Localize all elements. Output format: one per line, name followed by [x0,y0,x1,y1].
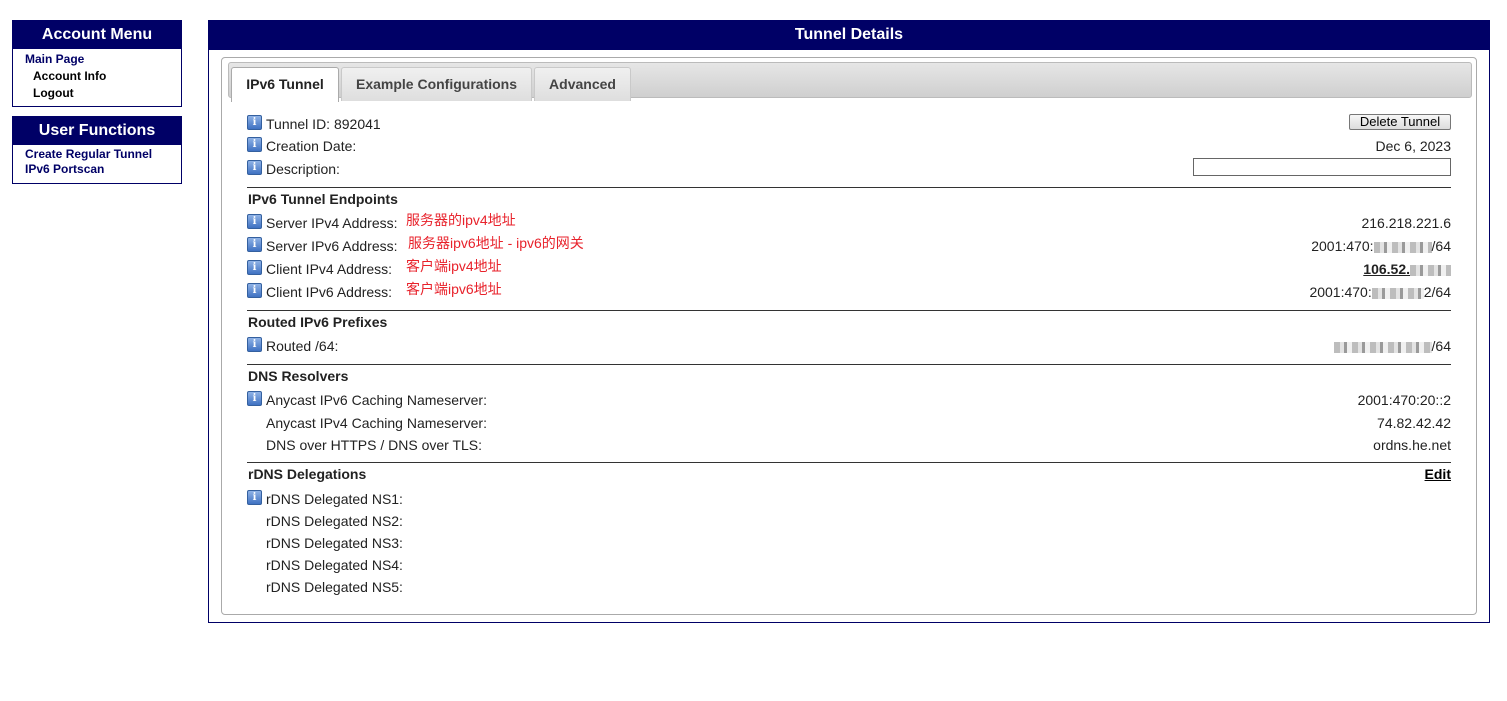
client-ipv6-annotation: 客户端ipv6地址 [406,281,502,297]
dns-resolvers-heading: DNS Resolvers [248,368,349,384]
page-title: Tunnel Details [209,21,1489,50]
rdns-ns3-label: rDNS Delegated NS3: [266,535,403,551]
server-ipv4-row: i Server IPv4 Address: 服务器的ipv4地址 216.21… [247,212,1451,233]
routed-64-label: Routed /64: [266,338,339,354]
client-ipv4-value[interactable]: 106.52. [1363,259,1451,279]
rdns-ns4-row: rDNS Delegated NS4: [247,555,1451,575]
rdns-edit-link[interactable]: Edit [1425,466,1451,482]
anycast-ipv6-row: i Anycast IPv6 Caching Nameserver: 2001:… [247,390,1451,410]
account-menu-title: Account Menu [13,21,181,49]
main-page-link[interactable]: Main Page [13,51,181,68]
endpoints-section: IPv6 Tunnel Endpoints [247,187,1451,210]
server-ipv4-value: 216.218.221.6 [1361,215,1451,231]
endpoints-heading: IPv6 Tunnel Endpoints [248,191,398,207]
logout-link[interactable]: Logout [13,85,181,102]
create-regular-tunnel-link[interactable]: Create Regular Tunnel [13,147,181,162]
info-icon[interactable]: i [247,283,262,298]
anycast-ipv6-value: 2001:470:20::2 [1357,392,1451,408]
redacted-blur [1371,287,1424,299]
info-icon[interactable]: i [247,214,262,229]
delete-tunnel-button[interactable]: Delete Tunnel [1349,114,1451,130]
client-ipv6-value: 2001:470: 2/64 [1309,284,1451,300]
redacted-blur [1333,341,1432,353]
ipv6-portscan-link[interactable]: IPv6 Portscan [13,162,181,177]
user-functions-menu: User Functions Create Regular Tunnel IPv… [12,116,182,184]
doh-value: ordns.he.net [1373,437,1451,453]
description-row: i Description: [247,158,1451,179]
server-ipv6-annotation: 服务器ipv6地址 - ipv6的网关 [408,235,584,251]
info-icon[interactable]: i [247,160,262,175]
server-ipv6-row: i Server IPv6 Address: 服务器ipv6地址 - ipv6的… [247,235,1451,256]
doh-row: DNS over HTTPS / DNS over TLS: ordns.he.… [247,435,1451,455]
tunnel-content-box: IPv6 Tunnel Example Configurations Advan… [221,57,1477,615]
rdns-section: rDNS Delegations Edit [247,462,1451,485]
account-info-link[interactable]: Account Info [13,68,181,85]
rdns-ns1-label: rDNS Delegated NS1: [266,491,403,507]
creation-date-row: i Creation Date: Dec 6, 2023 [247,136,1451,156]
info-icon[interactable]: i [247,237,262,252]
server-ipv6-label: Server IPv6 Address: [266,238,398,254]
routed-prefixes-section: Routed IPv6 Prefixes [247,310,1451,333]
anycast-ipv4-value: 74.82.42.42 [1377,415,1451,431]
tab-ipv6-tunnel[interactable]: IPv6 Tunnel [231,67,339,102]
rdns-ns5-label: rDNS Delegated NS5: [266,579,403,595]
description-label: Description: [266,161,340,177]
server-ipv6-value: 2001:470:/64 [1311,238,1451,254]
client-ipv4-annotation: 客户端ipv4地址 [406,258,502,274]
info-icon[interactable]: i [247,115,262,130]
rdns-ns5-row: rDNS Delegated NS5: [247,577,1451,597]
info-icon[interactable]: i [247,337,262,352]
anycast-ipv6-label: Anycast IPv6 Caching Nameserver: [266,392,487,408]
tab-example-configurations[interactable]: Example Configurations [341,67,532,101]
routed-prefixes-heading: Routed IPv6 Prefixes [248,314,388,330]
creation-date-label: Creation Date: [266,138,357,154]
rdns-ns1-row: i rDNS Delegated NS1: [247,489,1451,509]
doh-label: DNS over HTTPS / DNS over TLS: [266,437,483,453]
info-icon[interactable]: i [247,260,262,275]
rdns-ns4-label: rDNS Delegated NS4: [266,557,403,573]
server-ipv4-label: Server IPv4 Address: [266,215,398,231]
client-ipv6-label: Client IPv6 Address: [266,284,393,300]
redacted-blur [1373,241,1432,253]
info-icon[interactable]: i [247,391,262,406]
user-functions-title: User Functions [13,117,181,145]
rdns-heading: rDNS Delegations [248,466,367,482]
tunnel-id-label: Tunnel ID: 892041 [266,116,381,132]
dns-resolvers-section: DNS Resolvers [247,364,1451,387]
routed-64-value: /64 [1333,336,1451,356]
info-icon[interactable]: i [247,490,262,505]
account-menu: Account Menu Main Page Account Info Logo… [12,20,182,107]
redacted-blur [1410,264,1451,276]
tab-bar: IPv6 Tunnel Example Configurations Advan… [228,62,1472,102]
client-ipv4-row: i Client IPv4 Address: 客户端ipv4地址 106.52. [247,258,1451,279]
tunnel-id-row: i Tunnel ID: 892041 Delete Tunnel [247,114,1451,134]
rdns-ns2-row: rDNS Delegated NS2: [247,511,1451,531]
client-ipv6-row: i Client IPv6 Address: 客户端ipv6地址 2001:47… [247,281,1451,302]
info-icon[interactable]: i [247,137,262,152]
anycast-ipv4-row: Anycast IPv4 Caching Nameserver: 74.82.4… [247,413,1451,433]
description-input[interactable] [1193,158,1451,176]
rdns-ns2-label: rDNS Delegated NS2: [266,513,403,529]
tunnel-details-panel: Tunnel Details IPv6 Tunnel Example Confi… [208,20,1490,623]
rdns-ns3-row: rDNS Delegated NS3: [247,533,1451,553]
anycast-ipv4-label: Anycast IPv4 Caching Nameserver: [266,415,487,431]
server-ipv4-annotation: 服务器的ipv4地址 [406,212,516,228]
tab-advanced[interactable]: Advanced [534,67,631,101]
routed-64-row: i Routed /64: /64 [247,336,1451,356]
client-ipv4-label: Client IPv4 Address: [266,261,393,277]
creation-date-value: Dec 6, 2023 [1375,138,1452,154]
